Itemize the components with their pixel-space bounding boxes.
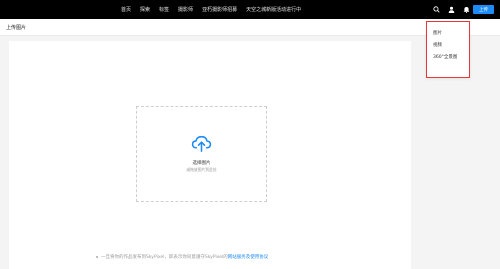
dropdown-item-panorama[interactable]: 360°全景图 bbox=[427, 51, 469, 63]
main-nav: 首页 探索 标签 摄影师 亚朽摄影师招募 天空之城新版活动进行中 bbox=[121, 0, 301, 19]
page-header: 上传图片 bbox=[0, 19, 500, 36]
nav-item-explore[interactable]: 探索 bbox=[140, 6, 150, 13]
nav-item-home[interactable]: 首页 bbox=[121, 6, 131, 13]
nav-item-tags[interactable]: 标签 bbox=[159, 6, 169, 13]
search-icon[interactable] bbox=[433, 6, 440, 13]
nav-item-photographers[interactable]: 摄影师 bbox=[178, 6, 193, 13]
dropdown-item-photo[interactable]: 图片 bbox=[427, 27, 469, 39]
top-nav-bar: 首页 探索 标签 摄影师 亚朽摄影师招募 天空之城新版活动进行中 上传 bbox=[0, 0, 500, 19]
upload-button[interactable]: 上传 bbox=[473, 5, 494, 14]
nav-icons bbox=[433, 0, 470, 19]
bullet-dot bbox=[96, 255, 98, 258]
dropzone-hint: 或拖放图片到此处 bbox=[186, 167, 217, 172]
terms-text: 一旦将你的作品发布到SkyPixel，即表示你同意遵守SkyPixel的 bbox=[101, 255, 228, 260]
page-title: 上传图片 bbox=[6, 25, 27, 31]
dropzone-title: 选择图片 bbox=[192, 161, 211, 166]
upload-dropzone[interactable]: 选择图片 或拖放图片到此处 bbox=[136, 106, 267, 202]
bell-icon[interactable] bbox=[463, 6, 470, 13]
user-icon[interactable] bbox=[448, 6, 455, 13]
dropdown-item-video[interactable]: 视频 bbox=[427, 39, 469, 51]
terms-notice: 一旦将你的作品发布到SkyPixel，即表示你同意遵守SkyPixel的网站服务… bbox=[96, 254, 346, 260]
cloud-upload-icon bbox=[191, 135, 212, 152]
terms-link[interactable]: 网站服务及使用协议 bbox=[228, 255, 269, 260]
nav-item-recruit[interactable]: 亚朽摄影师招募 bbox=[202, 6, 237, 13]
upload-type-dropdown: 图片 视频 360°全景图 bbox=[426, 21, 470, 78]
upload-card: 选择图片 或拖放图片到此处 一旦将你的作品发布到SkyPixel，即表示你同意遵… bbox=[9, 41, 411, 269]
nav-item-event[interactable]: 天空之城新版活动进行中 bbox=[246, 6, 301, 13]
